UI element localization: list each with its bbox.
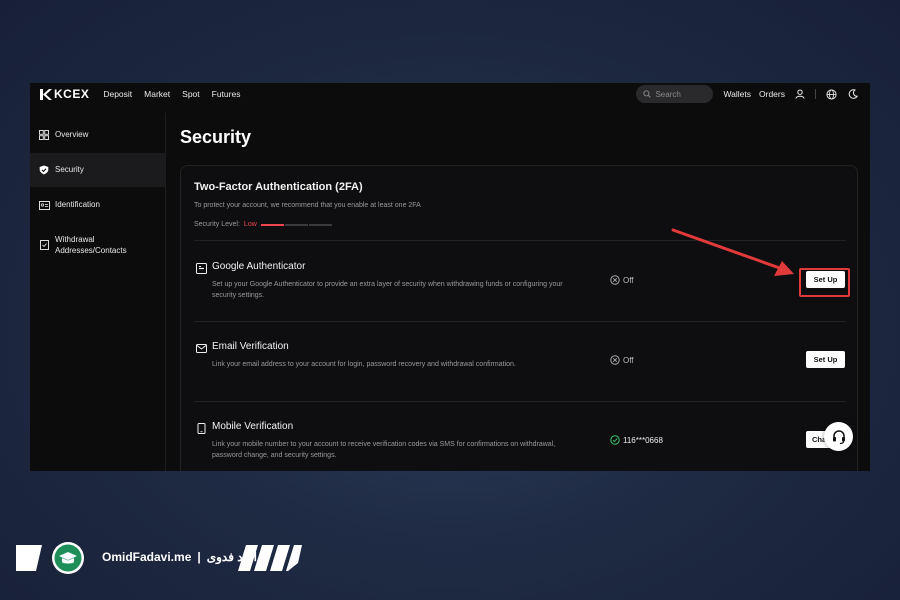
nav-futures[interactable]: Futures xyxy=(212,89,241,99)
method-title: Mobile Verification xyxy=(212,421,294,432)
method-mobile-verification: Mobile Verification Link your mobile num… xyxy=(194,401,846,471)
page-title: Security xyxy=(180,127,252,147)
brand-watermark: OmidFadavi.me | امید فدوی xyxy=(16,541,302,575)
moon-icon[interactable] xyxy=(846,87,860,101)
level-segment xyxy=(308,223,332,226)
top-nav: KCEX Deposit Market Spot Futures Search … xyxy=(30,83,870,105)
security-level: Security Level: Low xyxy=(194,221,333,228)
globe-icon[interactable] xyxy=(824,87,838,101)
brand-text-en: OmidFadavi.me xyxy=(102,550,192,564)
brand-separator: | xyxy=(197,550,201,564)
twofa-title: Two-Factor Authentication (2FA) xyxy=(194,181,363,193)
id-card-icon xyxy=(38,199,50,211)
method-status: Off xyxy=(610,275,634,285)
search-icon xyxy=(643,90,652,98)
address-book-icon xyxy=(38,239,50,251)
shield-icon xyxy=(38,164,50,176)
search-input[interactable]: Search xyxy=(636,85,714,103)
security-level-value: Low xyxy=(243,221,257,228)
twofa-subtitle: To protect your account, we recommend th… xyxy=(194,202,421,209)
search-placeholder: Search xyxy=(655,89,681,99)
method-status: Off xyxy=(610,355,634,365)
nav-spot[interactable]: Spot xyxy=(182,89,200,99)
app-window: KCEX Deposit Market Spot Futures Search … xyxy=(30,83,870,471)
sidebar-item-label: Identification xyxy=(55,200,100,209)
headset-icon xyxy=(832,429,845,444)
sidebar-item-label: Withdrawal Addresses/Contacts xyxy=(55,235,127,255)
method-desc: Set up your Google Authenticator to prov… xyxy=(212,281,563,299)
overview-icon xyxy=(38,129,50,141)
nav-right: Search Wallets Orders xyxy=(636,85,860,103)
off-circle-icon xyxy=(610,355,620,365)
email-icon xyxy=(196,344,207,353)
level-segment xyxy=(284,223,308,226)
level-segment xyxy=(260,223,284,226)
email-setup-button[interactable]: Set Up xyxy=(806,351,845,368)
sidebar-item-label: Security xyxy=(55,165,84,174)
method-desc: Link your mobile number to your account … xyxy=(212,441,556,459)
mobile-icon xyxy=(197,423,206,434)
sidebar-item-security[interactable]: Security xyxy=(30,153,166,187)
off-circle-icon xyxy=(610,275,620,285)
sidebar-item-identification[interactable]: Identification xyxy=(30,199,166,211)
nav-orders[interactable]: Orders xyxy=(759,89,785,99)
nav-divider xyxy=(815,89,816,99)
sidebar: Overview Security Identification Withdra… xyxy=(30,113,166,471)
sidebar-item-overview[interactable]: Overview xyxy=(30,129,166,141)
nav-market[interactable]: Market xyxy=(144,89,170,99)
security-level-label: Security Level: xyxy=(194,221,240,228)
brand-text-fa: امید فدوی xyxy=(206,550,257,564)
support-chat-button[interactable] xyxy=(824,422,853,451)
kcex-logo[interactable]: KCEX xyxy=(40,87,89,101)
method-status-text: Off xyxy=(623,355,634,365)
method-status-text: Off xyxy=(623,275,634,285)
twofa-card: Two-Factor Authentication (2FA) To prote… xyxy=(180,165,858,471)
method-email-verification: Email Verification Link your email addre… xyxy=(194,321,846,401)
nav-deposit[interactable]: Deposit xyxy=(103,89,132,99)
nav-wallets[interactable]: Wallets xyxy=(723,89,751,99)
method-title: Google Authenticator xyxy=(212,261,306,272)
sidebar-item-label: Overview xyxy=(55,130,89,139)
annotation-arrow-icon xyxy=(671,228,794,276)
method-status: 116***0668 xyxy=(610,435,663,445)
logo-text: KCEX xyxy=(54,87,90,101)
method-title: Email Verification xyxy=(212,341,289,352)
brand-text: OmidFadavi.me | امید فدوی xyxy=(102,550,257,564)
user-icon[interactable] xyxy=(793,87,807,101)
kcex-logo-icon xyxy=(40,88,52,100)
method-desc: Link your email address to your account … xyxy=(212,361,516,368)
method-status-text: 116***0668 xyxy=(623,435,663,445)
authenticator-icon xyxy=(196,263,207,274)
check-circle-icon xyxy=(610,435,620,445)
sidebar-item-withdrawal-addresses[interactable]: Withdrawal Addresses/Contacts xyxy=(30,234,166,256)
